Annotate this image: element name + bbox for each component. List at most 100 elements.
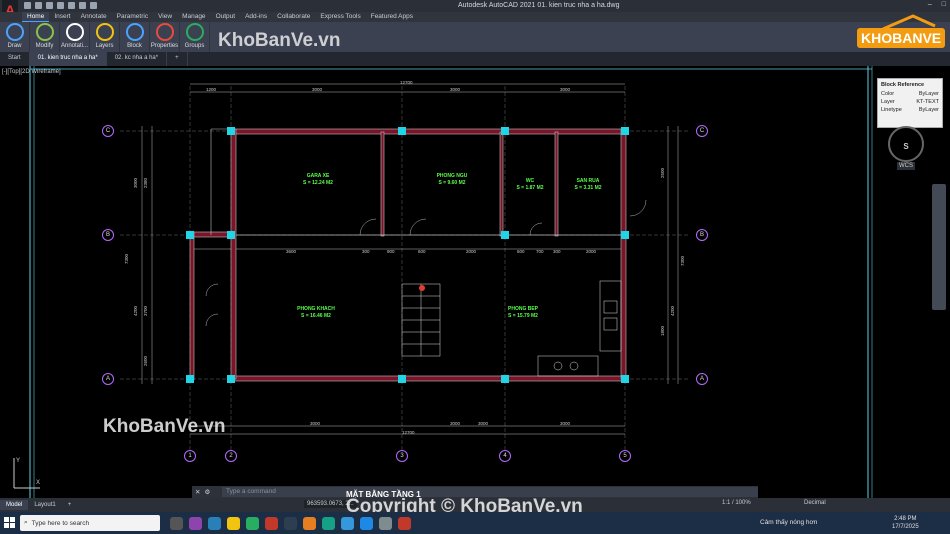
tooltip-value: KT-TEXT (916, 99, 939, 105)
copilot-icon[interactable] (189, 516, 202, 530)
grid-bubble[interactable]: 3 (396, 450, 408, 462)
doc-tab[interactable]: + (167, 52, 188, 66)
tooltip-row: Linetype ByLayer (881, 107, 939, 113)
ribbon-panel-groups[interactable]: Groups (180, 22, 210, 52)
save-as-icon[interactable] (57, 2, 64, 9)
modify-icon (35, 23, 54, 41)
redo-icon[interactable] (90, 2, 97, 9)
doc-tab[interactable]: Start (0, 52, 30, 66)
room-label[interactable]: GARA XE S = 12.24 M2 (303, 173, 333, 187)
edge-icon[interactable] (208, 516, 221, 530)
ribbon-panel-layers[interactable]: Layers (90, 22, 120, 52)
ribbon-panel-modify[interactable]: Modify (30, 22, 60, 52)
grid-bubble[interactable]: A (102, 373, 114, 385)
block-reference-tooltip: Block Reference Color ByLayer Layer KT-TEXT… (877, 78, 943, 128)
block-icon (125, 23, 144, 41)
ribbon-tab-express-tools[interactable]: Express Tools (315, 12, 365, 22)
plot-icon[interactable] (68, 2, 75, 9)
maximize-icon[interactable]: □ (942, 1, 946, 8)
dimension-label: 3000 (310, 421, 321, 426)
dimension-label: 4200 (670, 305, 675, 316)
room-label[interactable]: WC S = 1.87 M2 (516, 178, 543, 192)
app-icon[interactable] (303, 516, 316, 530)
ribbon-panel-draw[interactable]: Draw (0, 22, 30, 52)
close-icon[interactable]: ✕ (195, 488, 200, 496)
ribbon-tab-home[interactable]: Home (22, 12, 50, 22)
grid-bubble[interactable]: B (696, 229, 708, 241)
panel-label: Layers (95, 43, 114, 49)
store-icon[interactable] (284, 516, 297, 530)
navigation-bar[interactable] (932, 184, 946, 310)
room-label[interactable]: PHONG NGU S = 9.60 M2 (437, 173, 468, 187)
units-selector[interactable]: Decimal (804, 500, 826, 506)
grid-bubble[interactable]: B (102, 229, 114, 241)
ribbon-tab-parametric[interactable]: Parametric (112, 12, 153, 22)
undo-icon[interactable] (79, 2, 86, 9)
weather-widget[interactable]: Cảm thấy nóng hơn (760, 519, 817, 526)
ribbon-panel-properties[interactable]: Properties (150, 22, 180, 52)
grid-bubble[interactable]: 4 (499, 450, 511, 462)
excel-icon[interactable] (246, 516, 259, 530)
viewcube-compass[interactable]: S (888, 126, 924, 162)
grid-bubble[interactable]: 2 (225, 450, 237, 462)
tooltip-key: Layer (881, 99, 895, 105)
ribbon-tab-manage[interactable]: Manage (177, 12, 211, 22)
autocad-taskbar-icon[interactable] (398, 516, 411, 530)
ribbon-tab-add-ins[interactable]: Add-ins (240, 12, 272, 22)
kitchen-counter (537, 280, 622, 377)
annotation-scale[interactable]: 1:1 / 100% (722, 500, 751, 506)
staircase (401, 283, 441, 357)
ribbon-tab-output[interactable]: Output (211, 12, 241, 22)
ribbon-tab-annotate[interactable]: Annotate (76, 12, 112, 22)
minimize-icon[interactable]: – (928, 1, 932, 8)
grid-bubble[interactable]: C (102, 125, 114, 137)
file-explorer-icon[interactable] (227, 516, 240, 530)
save-icon[interactable] (46, 2, 53, 9)
wcs-menu[interactable]: WCS (897, 162, 915, 170)
room-area: S = 3.31 M2 (574, 185, 602, 191)
walls (189, 128, 627, 382)
grid-bubble[interactable]: C (696, 125, 708, 137)
ribbon-panels: Draw Modify Annotati... Layers Block Properti… (0, 22, 950, 52)
svg-text:Y: Y (16, 458, 20, 464)
ribbon-tab-collaborate[interactable]: Collaborate (272, 12, 315, 22)
panel-label: Modify (35, 43, 54, 49)
ribbon-tab-insert[interactable]: Insert (49, 12, 75, 22)
taskbar-search[interactable]: ⌕ Type here to search (20, 515, 160, 531)
system-clock[interactable]: 2:48 PM 17/7/2025 (892, 515, 919, 531)
grid-bubble[interactable]: 5 (619, 450, 631, 462)
settings-icon[interactable]: ⚙ (204, 488, 210, 496)
chrome-icon[interactable] (265, 516, 278, 530)
ribbon-tab-view[interactable]: View (153, 12, 177, 22)
model-tab[interactable]: Layout1 (28, 500, 61, 510)
logo-text: KHOBANVE (857, 28, 946, 48)
clock-time: 2:48 PM (894, 516, 917, 522)
grid-bubble[interactable]: 1 (184, 450, 196, 462)
windows-taskbar: ⌕ Type here to search Cảm thấy nóng hơn … (0, 512, 950, 534)
open-icon[interactable] (35, 2, 42, 9)
dimension-label: 4200 (133, 305, 138, 316)
doc-tab[interactable]: 01. kien truc nha a ha* (29, 52, 107, 66)
room-label[interactable]: PHONG BEP S = 15.79 M2 (508, 306, 538, 320)
zalo-icon[interactable] (341, 516, 354, 530)
panel-label: Properties (150, 43, 179, 49)
doc-tab[interactable]: 02. kc nha a ha* (107, 52, 168, 66)
task-view-icon[interactable] (170, 516, 183, 530)
khobanve-logo: KHOBANVE (853, 14, 946, 54)
grid-bubble[interactable]: A (696, 373, 708, 385)
ribbon-tab-featured-apps[interactable]: Featured Apps (366, 12, 418, 22)
grid-lines (120, 86, 690, 451)
room-label[interactable]: SAN RUA S = 3.31 M2 (574, 178, 601, 192)
windows-start-icon[interactable] (0, 517, 20, 529)
ribbon-panel-block[interactable]: Block (120, 22, 150, 52)
dimension-label: 3000 (478, 421, 489, 426)
ribbon-panel-annotati-[interactable]: Annotati... (60, 22, 90, 52)
room-label[interactable]: PHONG KHACH S = 16.46 M2 (297, 306, 335, 320)
new-icon[interactable] (24, 2, 31, 9)
model-tab[interactable]: + (62, 500, 78, 510)
app-icon-4[interactable] (379, 516, 392, 530)
app-icon-2[interactable] (322, 516, 335, 530)
app-icon-3[interactable] (360, 516, 373, 530)
room-name: SAN RUA (576, 178, 600, 184)
model-tab[interactable]: Model (0, 500, 29, 510)
